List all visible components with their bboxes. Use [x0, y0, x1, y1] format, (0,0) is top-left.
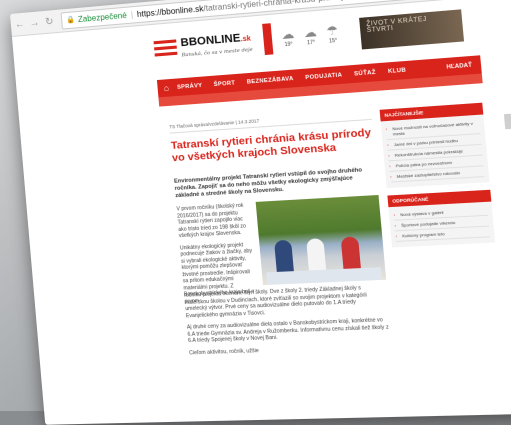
nav-item[interactable]: KLUB [388, 67, 407, 75]
nav-item[interactable]: BEZNEZÁBAVA [247, 75, 294, 85]
sidebar-box-2: ODPORÚČANÉ Nová výstava v galérii Športo… [387, 189, 496, 248]
weather-date-tab [262, 23, 274, 56]
page-content: BBONLINE.sk Banská, čo sa v meste deje ☁… [11, 0, 511, 425]
reload-icon[interactable]: ↻ [43, 16, 56, 28]
rain-icon: ☂ 15° [325, 22, 339, 45]
forward-icon[interactable]: → [28, 17, 41, 29]
logo-main: BBONLINE [180, 32, 242, 50]
home-icon[interactable]: ⌂ [163, 83, 169, 93]
back-icon[interactable]: ← [13, 18, 26, 30]
weather-temp: 17° [306, 39, 316, 47]
logo-mark[interactable] [153, 39, 178, 59]
article-body: ročníku projektu ocenené štyri školy. Dv… [184, 284, 393, 362]
article-paragraph: Cieľom aktivitou, ročník, užšie [188, 347, 260, 356]
article-paragraph: V prvom ročníku (školský rok 2016/2017) … [176, 202, 247, 240]
sidebar-list: Nové možnosti na voľnočasové aktivity v … [380, 114, 490, 189]
weather-widget: ☁ 19° ☁ 17° ☂ 15° [262, 18, 340, 56]
browser-window: ← → ↻ 🔒 Zabezpečené | https://bbonline.s… [10, 0, 511, 425]
nav-search[interactable]: HĽADAŤ [446, 62, 472, 70]
weather-temp: 15° [328, 37, 338, 45]
nav-item[interactable]: SPRÁVY [177, 82, 203, 90]
sidebar: NAJČÍTANEJŠIE Nové možnosti na voľnočaso… [379, 102, 496, 248]
logo-suffix: .sk [240, 35, 252, 44]
article-lead: Environmentálny projekt Tatranskí rytier… [173, 167, 363, 200]
nav-item[interactable]: PODUJATIA [305, 72, 342, 81]
site-tagline: Banská, čo sa v meste deje [181, 46, 254, 59]
cloud-icon: ☁ 17° [303, 24, 318, 47]
nav-item[interactable]: SÚŤAŽ [354, 69, 376, 77]
article-paragraph: Aj druhé ceny za audiovizuálne diela ost… [186, 317, 389, 345]
nav-item[interactable]: ŠPORT [214, 80, 236, 88]
lock-icon: 🔒 [65, 16, 76, 25]
header-ad-banner[interactable]: ŽIVOT V KRÁTEJ ŠTVRTI [359, 9, 465, 50]
secure-label: Zabezpečené [77, 10, 128, 24]
url-host: https://bbonline.sk [136, 3, 204, 19]
separator: | [130, 9, 134, 20]
scene: ← → ↻ 🔒 Zabezpečené | https://bbonline.s… [0, 0, 511, 425]
sidebar-list: Nová výstava v galérii Športové podujati… [388, 201, 496, 248]
scrollbar-thumb[interactable] [503, 113, 511, 130]
cloud-sun-icon: ☁ 19° [280, 26, 295, 49]
article-photo[interactable] [255, 194, 387, 286]
weather-temp: 19° [284, 41, 293, 49]
article-title: Tatranskí rytieri chránia krásu prírody … [170, 126, 372, 165]
